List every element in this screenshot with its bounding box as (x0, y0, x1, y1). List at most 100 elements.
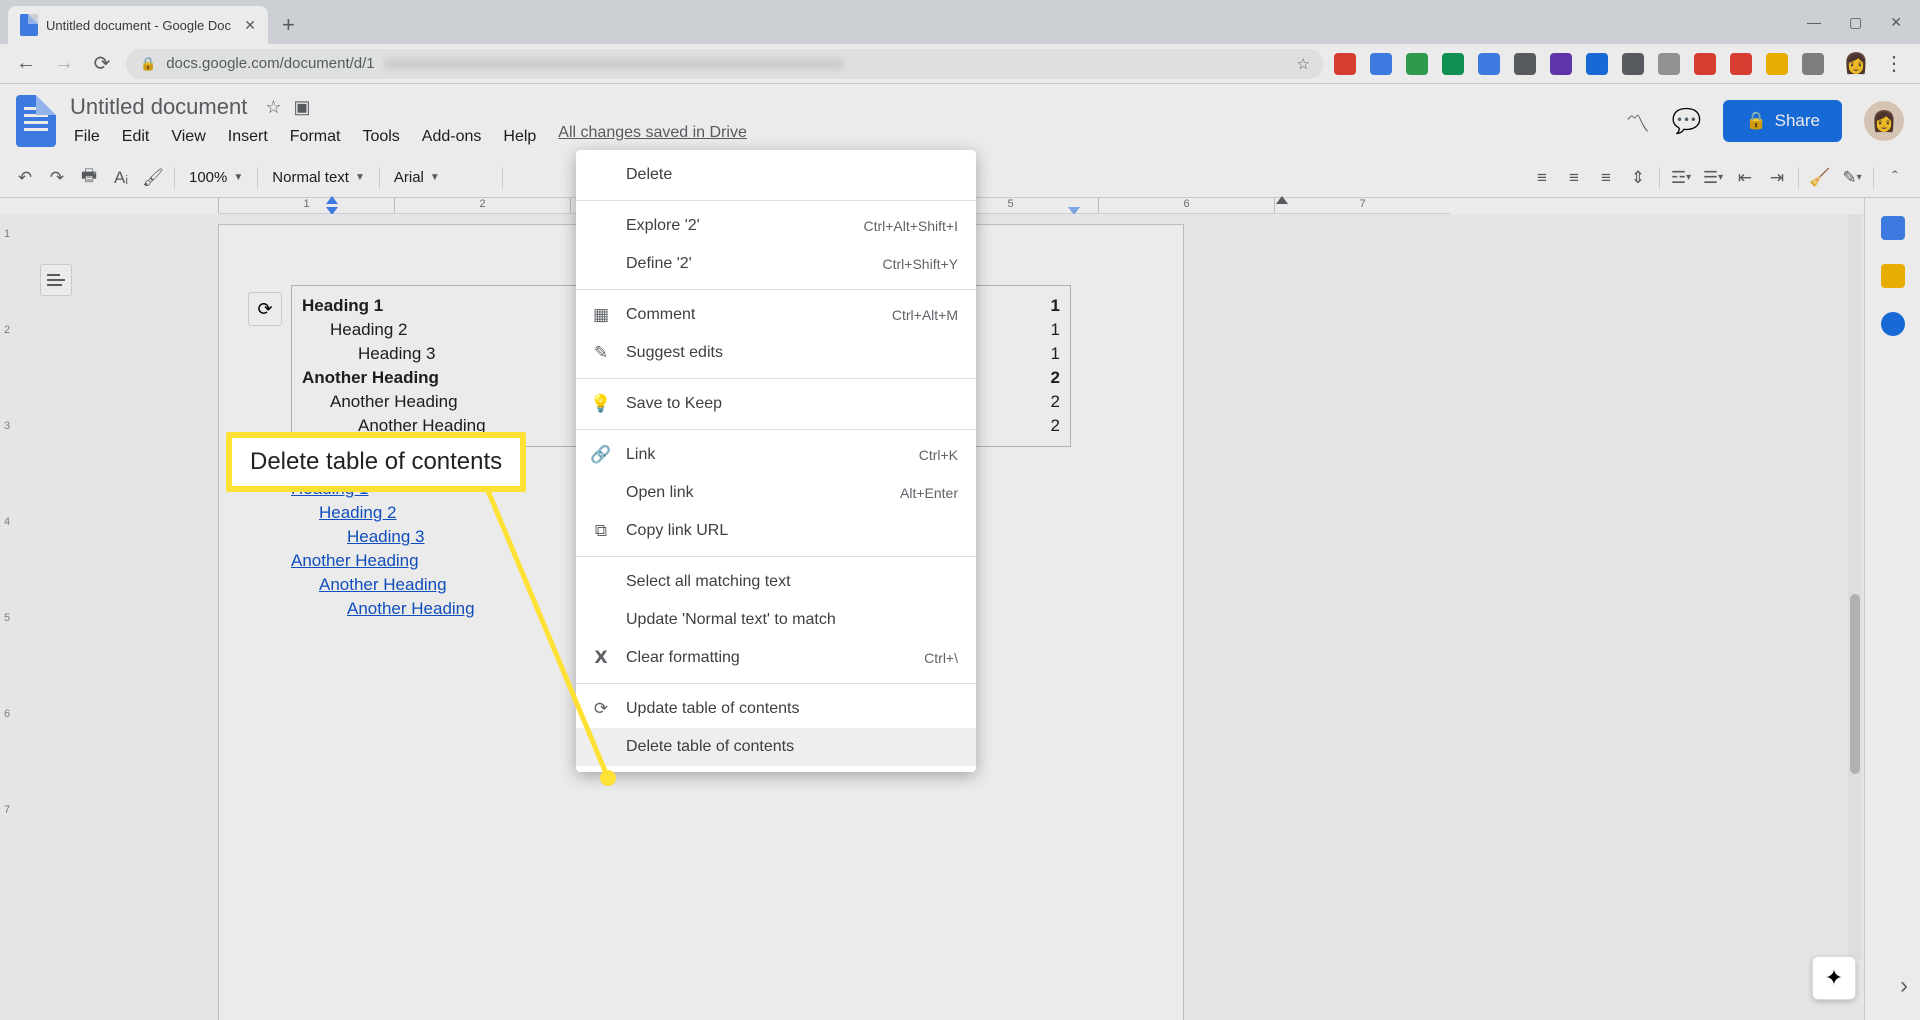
ctx-select-matching[interactable]: Select all matching text (576, 563, 976, 601)
extension-icon[interactable] (1334, 53, 1356, 75)
scroll-thumb[interactable] (1850, 594, 1860, 774)
refresh-icon: ⟳ (590, 699, 612, 719)
window-close-button[interactable]: ✕ (1890, 14, 1902, 31)
ctx-delete[interactable]: Delete (576, 156, 976, 194)
extension-icon[interactable] (1766, 53, 1788, 75)
numbered-list-button[interactable]: ☲▾ (1666, 163, 1696, 193)
menu-view[interactable]: View (161, 124, 215, 150)
share-label: Share (1775, 111, 1820, 131)
extension-icon[interactable] (1622, 53, 1644, 75)
docs-logo[interactable] (16, 95, 56, 147)
menu-help[interactable]: Help (493, 124, 546, 150)
ctx-copy-link-url[interactable]: ⧉Copy link URL (576, 512, 976, 550)
comment-icon: ▦ (590, 305, 612, 325)
extension-icon[interactable] (1370, 53, 1392, 75)
window-minimize-button[interactable]: — (1807, 14, 1821, 31)
star-bookmark-icon[interactable]: ☆ (1297, 55, 1310, 73)
profile-avatar-chrome[interactable]: 👩 (1842, 51, 1870, 76)
ctx-open-link[interactable]: Open linkAlt+Enter (576, 474, 976, 512)
ctx-save-keep[interactable]: 💡Save to Keep (576, 385, 976, 423)
spellcheck-button[interactable]: Aᵢ (106, 163, 136, 193)
keep-app-icon[interactable] (1881, 264, 1905, 288)
comments-icon[interactable]: 💬 (1672, 107, 1702, 136)
chrome-menu-icon[interactable]: ⋮ (1880, 51, 1908, 76)
ctx-suggest-edits[interactable]: ✎Suggest edits (576, 334, 976, 372)
bulleted-list-button[interactable]: ☰▾ (1698, 163, 1728, 193)
extension-icon[interactable] (1406, 53, 1428, 75)
menu-tools[interactable]: Tools (352, 124, 409, 150)
align-center-button[interactable]: ≡ (1559, 163, 1589, 193)
align-left-button[interactable]: ≡ (1527, 163, 1557, 193)
extension-icon[interactable] (1730, 53, 1752, 75)
extension-icon[interactable] (1514, 53, 1536, 75)
print-button[interactable]: 🖶 (74, 163, 104, 193)
link-icon: 🔗 (590, 445, 612, 465)
ctx-link[interactable]: 🔗LinkCtrl+K (576, 436, 976, 474)
vertical-scrollbar[interactable] (1848, 214, 1862, 960)
annotation-callout: Delete table of contents (226, 432, 526, 492)
increase-indent-button[interactable]: ⇥ (1762, 163, 1792, 193)
menu-format[interactable]: Format (280, 124, 351, 150)
clear-fmt-icon: 𝗫 (590, 648, 612, 668)
browser-tab[interactable]: Untitled document - Google Doc ✕ (8, 6, 268, 44)
undo-button[interactable]: ↶ (10, 163, 40, 193)
tasks-app-icon[interactable] (1881, 312, 1905, 336)
forward-button[interactable]: → (50, 52, 78, 75)
doc-title[interactable]: Untitled document (64, 92, 253, 122)
side-panel-expand-icon[interactable]: › (1900, 972, 1908, 1000)
vertical-ruler[interactable]: 1234567 (0, 214, 20, 1020)
context-menu: Delete Explore '2'Ctrl+Alt+Shift+I Defin… (576, 150, 976, 772)
extension-icon[interactable] (1802, 53, 1824, 75)
window-controls: — ▢ ✕ (1807, 14, 1920, 31)
outline-toggle-button[interactable] (40, 264, 72, 296)
extension-icon[interactable] (1586, 53, 1608, 75)
account-avatar[interactable]: 👩 (1864, 101, 1904, 141)
move-folder-icon[interactable]: ▣ (293, 97, 310, 118)
extension-icon[interactable] (1478, 53, 1500, 75)
side-panel (1864, 198, 1920, 1020)
extensions-row (1334, 53, 1832, 75)
clear-formatting-button[interactable]: 🧹 (1805, 163, 1835, 193)
editing-mode-button[interactable]: ✎▾ (1837, 163, 1867, 193)
extension-icon[interactable] (1442, 53, 1464, 75)
zoom-select[interactable]: 100%▼ (181, 169, 251, 186)
menu-insert[interactable]: Insert (218, 124, 278, 150)
extension-icon[interactable] (1658, 53, 1680, 75)
url-text: docs.google.com/document/d/1 (166, 55, 374, 72)
calendar-app-icon[interactable] (1881, 216, 1905, 240)
extension-icon[interactable] (1694, 53, 1716, 75)
align-right-button[interactable]: ≡ (1591, 163, 1621, 193)
close-tab-icon[interactable]: ✕ (244, 17, 256, 34)
style-select[interactable]: Normal text▼ (264, 169, 373, 186)
ctx-update-style[interactable]: Update 'Normal text' to match (576, 601, 976, 639)
refresh-toc-button[interactable]: ⟳ (248, 292, 282, 326)
window-maximize-button[interactable]: ▢ (1849, 14, 1862, 31)
save-status[interactable]: All changes saved in Drive (558, 124, 747, 150)
ctx-delete-toc[interactable]: Delete table of contents (576, 728, 976, 766)
reload-button[interactable]: ⟳ (88, 51, 116, 76)
collapse-toolbar-button[interactable]: ˆ (1880, 163, 1910, 193)
ctx-comment[interactable]: ▦CommentCtrl+Alt+M (576, 296, 976, 334)
new-tab-button[interactable]: + (268, 6, 309, 44)
address-bar[interactable]: 🔒 docs.google.com/document/d/1 xxxxxxxxx… (126, 49, 1324, 79)
ctx-define[interactable]: Define '2'Ctrl+Shift+Y (576, 245, 976, 283)
ctx-clear-formatting[interactable]: 𝗫Clear formattingCtrl+\ (576, 639, 976, 677)
redo-button[interactable]: ↷ (42, 163, 72, 193)
address-bar-row: ← → ⟳ 🔒 docs.google.com/document/d/1 xxx… (0, 44, 1920, 84)
line-spacing-button[interactable]: ⇕ (1623, 163, 1653, 193)
decrease-indent-button[interactable]: ⇤ (1730, 163, 1760, 193)
star-icon[interactable]: ☆ (265, 97, 281, 118)
menu-file[interactable]: File (64, 124, 110, 150)
paint-format-button[interactable]: 🖌 (138, 163, 168, 193)
ctx-explore[interactable]: Explore '2'Ctrl+Alt+Shift+I (576, 207, 976, 245)
extension-icon[interactable] (1550, 53, 1572, 75)
menu-add-ons[interactable]: Add-ons (412, 124, 492, 150)
activity-icon[interactable]: 〽 (1626, 104, 1650, 139)
back-button[interactable]: ← (12, 52, 40, 75)
menu-edit[interactable]: Edit (112, 124, 160, 150)
ctx-update-toc[interactable]: ⟳Update table of contents (576, 690, 976, 728)
docs-header: Untitled document ☆ ▣ FileEditViewInsert… (0, 84, 1920, 158)
explore-fab[interactable]: ✦ (1812, 956, 1856, 1000)
font-select[interactable]: Arial▼ (386, 169, 496, 186)
share-button[interactable]: 🔒 Share (1723, 100, 1842, 142)
